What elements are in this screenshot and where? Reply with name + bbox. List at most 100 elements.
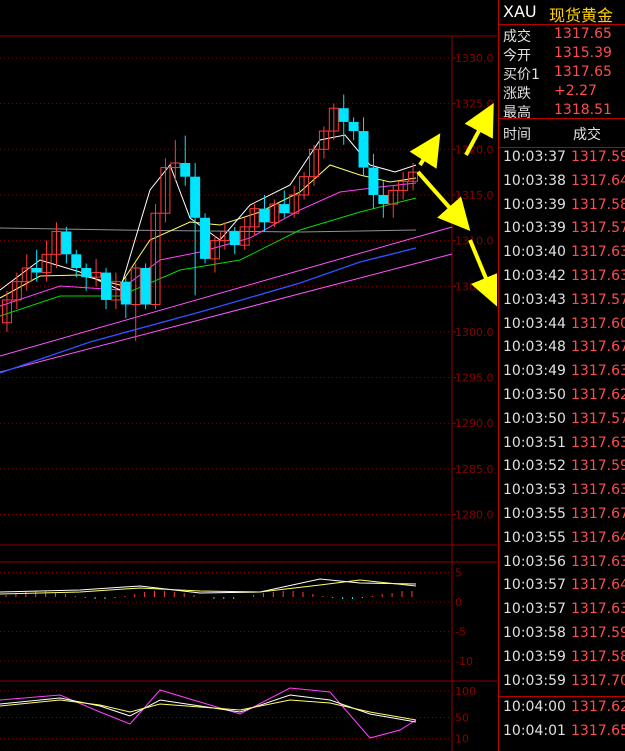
tick-time: 10:03:55 <box>503 529 566 546</box>
quote-header: XAU 现货黄金 <box>499 0 625 25</box>
tick-row[interactable]: 10:03:37 1317.59 <box>499 149 625 173</box>
quote-value: +2.27 <box>554 83 597 99</box>
tick-price: 1317.70 <box>571 672 625 689</box>
price-chart[interactable]: 1330.01325.01320.01315.01310.01305.01300… <box>0 0 497 751</box>
tick-row[interactable]: 10:03:43 1317.57 <box>499 292 625 316</box>
tick-time: 10:03:39 <box>503 220 566 237</box>
tick-time: 10:03:48 <box>503 339 566 356</box>
tick-row[interactable]: 10:03:58 1317.59 <box>499 625 625 649</box>
quote-label: 涨跌 <box>503 86 531 102</box>
y-tick-label: 1330.0 <box>455 52 494 65</box>
tick-price: 1317.63 <box>571 363 625 380</box>
candle-body <box>61 231 72 255</box>
tick-price: 1317.58 <box>571 196 625 213</box>
tick-row[interactable]: 10:03:55 1317.64 <box>499 530 625 554</box>
tick-price: 1317.67 <box>571 339 625 356</box>
tick-price: 1317.64 <box>571 172 625 189</box>
tick-time: 10:03:37 <box>503 149 566 165</box>
tick-price: 1317.65 <box>571 723 625 740</box>
tick-row[interactable]: 10:03:49 1317.63 <box>499 363 625 387</box>
tick-time: 10:03:57 <box>503 601 566 618</box>
tick-row[interactable]: 10:03:38 1317.64 <box>499 173 625 197</box>
tick-time: 10:03:38 <box>503 172 566 189</box>
symbol-label: XAU <box>503 2 537 21</box>
tick-time: 10:03:59 <box>503 648 566 665</box>
quote-value: 1317.65 <box>554 64 612 80</box>
tick-price: 1317.58 <box>571 648 625 665</box>
tick-row[interactable]: 10:03:48 1317.67 <box>499 339 625 363</box>
quote-row: 成交 1317.65 <box>499 26 625 47</box>
candle-body <box>180 162 191 177</box>
candle-body <box>368 167 379 195</box>
tick-price: 1317.64 <box>571 577 625 594</box>
candle-body <box>31 267 42 273</box>
quote-label: 成交 <box>503 29 531 45</box>
tick-time: 10:03:40 <box>503 244 566 261</box>
y-tick-label: 1315.0 <box>455 189 494 202</box>
tick-price: 1317.57 <box>571 291 625 308</box>
candle-body <box>279 204 290 214</box>
tick-time: 10:03:59 <box>503 672 566 689</box>
tick-time: 10:03:49 <box>503 363 566 380</box>
tick-time: 10:03:50 <box>503 410 566 427</box>
tick-row[interactable]: 10:03:39 1317.57 <box>499 220 625 244</box>
candle-body <box>190 176 201 218</box>
tick-time: 10:03:42 <box>503 268 566 284</box>
quote-row: 买价1 1317.65 <box>499 64 625 85</box>
candle-body <box>259 208 270 223</box>
tick-row[interactable]: 10:03:59 1317.58 <box>499 649 625 673</box>
tick-price: 1317.59 <box>571 625 625 641</box>
tick-price: 1317.59 <box>571 149 625 165</box>
tick-price: 1317.59 <box>571 458 625 475</box>
tick-row[interactable]: 10:03:59 1317.70 <box>499 673 625 697</box>
tick-price: 1317.63 <box>571 482 625 499</box>
tick-price: 1317.57 <box>571 220 625 237</box>
ma-white-line <box>0 134 417 291</box>
macd-tick-label: 5 <box>455 567 462 580</box>
y-tick-label: 1285.0 <box>455 463 494 476</box>
candle-body <box>120 281 131 305</box>
tick-row[interactable]: 10:04:01 1317.65 <box>499 723 625 747</box>
tick-row[interactable]: 10:03:40 1317.63 <box>499 244 625 268</box>
candle-body <box>101 272 111 300</box>
time-column-header: 时间 <box>503 127 531 143</box>
tick-time: 10:03:43 <box>503 291 566 308</box>
tick-time: 10:03:56 <box>503 553 566 570</box>
kdj-j-line <box>0 687 417 739</box>
tick-row[interactable]: 10:03:50 1317.57 <box>499 411 625 435</box>
quote-row: 涨跌 +2.27 <box>499 83 625 104</box>
macd-tick-label: 0 <box>455 596 462 609</box>
tick-price: 1317.63 <box>571 553 625 570</box>
kdj-tick-label: 50 <box>455 712 469 725</box>
ticks-header: 时间 成交 <box>499 118 625 148</box>
tick-row[interactable]: 10:03:56 1317.63 <box>499 554 625 578</box>
tick-time: 10:03:53 <box>503 482 566 499</box>
tick-time: 10:03:57 <box>503 577 566 594</box>
trade-column-header: 成交 <box>573 127 601 143</box>
tick-row[interactable]: 10:03:42 1317.63 <box>499 268 625 292</box>
tick-row[interactable]: 10:04:00 1317.62 <box>499 699 625 723</box>
tick-row[interactable]: 10:03:57 1317.64 <box>499 577 625 601</box>
quote-label: 今开 <box>503 48 531 64</box>
candle-body <box>71 254 82 268</box>
annotation-arrow <box>409 133 441 169</box>
tick-row[interactable]: 10:03:57 1317.63 <box>499 601 625 625</box>
tick-row[interactable]: 10:03:51 1317.63 <box>499 435 625 459</box>
tick-row[interactable]: 10:03:44 1317.60 <box>499 316 625 340</box>
tick-divider <box>499 696 625 698</box>
tick-row[interactable]: 10:03:55 1317.67 <box>499 506 625 530</box>
tick-row[interactable]: 10:03:53 1317.63 <box>499 482 625 506</box>
tick-price: 1317.63 <box>571 434 625 451</box>
instrument-name: 现货黄金 <box>549 6 614 25</box>
candle-body <box>378 194 389 205</box>
quote-panel: XAU 现货黄金 成交 1317.65 今开 1315.39 买价1 1317.65 涨跌 +… <box>498 0 625 751</box>
channel-lower-line <box>0 253 453 373</box>
tick-time: 10:03:51 <box>503 434 566 451</box>
tick-row[interactable]: 10:03:52 1317.59 <box>499 458 625 482</box>
macd-tick-label: -10 <box>455 655 473 668</box>
tick-price: 1317.63 <box>571 244 625 261</box>
tick-time: 10:04:01 <box>503 723 566 740</box>
tick-row[interactable]: 10:03:50 1317.62 <box>499 387 625 411</box>
tick-row[interactable]: 10:03:39 1317.58 <box>499 197 625 221</box>
candle-body <box>200 217 211 259</box>
